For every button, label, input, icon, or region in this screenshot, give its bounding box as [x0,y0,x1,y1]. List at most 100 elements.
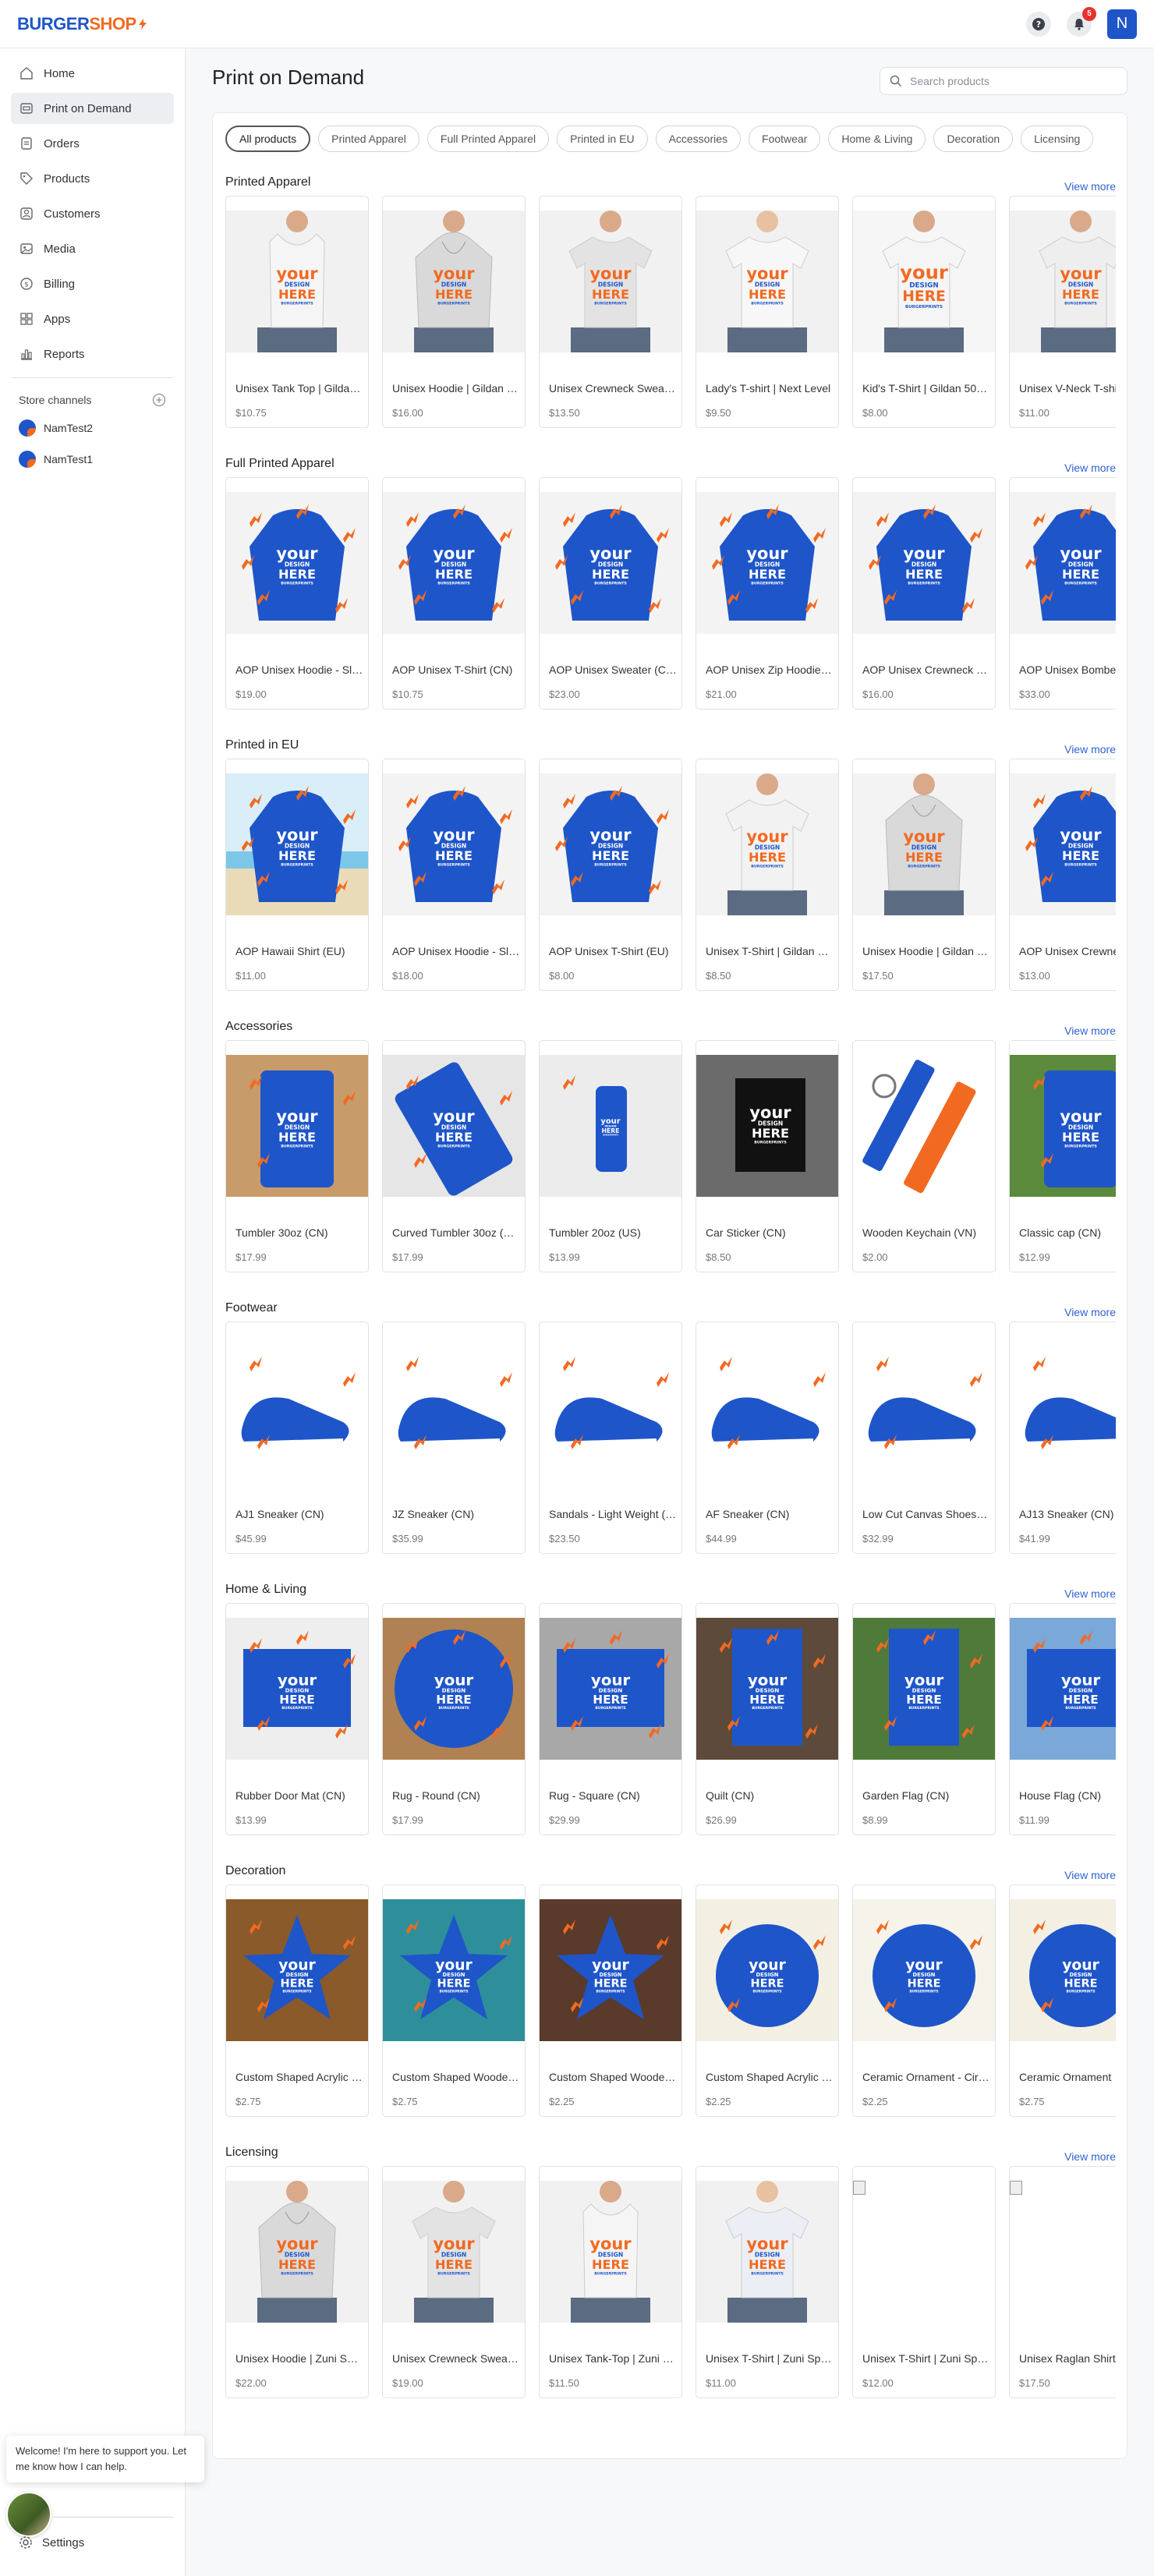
product-card[interactable]: your DESIGN HERE BURGERPRINTS Unisex Hoodie … [225,2166,369,2398]
product-card[interactable]: your DESIGN HERE BURGERPRINTS Kid's T-Shirt … [852,196,996,428]
filter-chip[interactable]: Decoration [933,126,1014,152]
product-price: $2.75 [1019,2096,1045,2107]
filter-chip[interactable]: Printed Apparel [318,126,419,152]
product-card[interactable]: your DESIGN HERE BURGERPRINTS Custom Shaped … [382,1884,526,2117]
filter-chip[interactable]: Printed in EU [557,126,648,152]
view-more-link[interactable]: View more [1064,180,1116,193]
product-section: Accessories View more your DESIGN HERE BURGER… [225,1020,1116,1272]
sidebar-item-apps[interactable]: Apps [11,303,174,334]
product-card[interactable]: your DESIGN HERE BURGERPRINTS AOP Unisex Cre… [1009,759,1116,991]
product-card[interactable]: Wooden Keychain (VN) $2.00 [852,1040,996,1272]
product-image [853,1336,995,1478]
product-card[interactable]: your DESIGN HERE BURGERPRINTS Tumbler 20oz (… [539,1040,682,1272]
product-card[interactable]: your DESIGN HERE BURGERPRINTS Ceramic Orname… [1009,1884,1116,2117]
product-card[interactable]: your DESIGN HERE BURGERPRINTS Unisex T-Shirt… [696,759,839,991]
product-price: $44.99 [706,1533,737,1545]
sidebar-item-media[interactable]: Media [11,233,174,264]
product-image: your DESIGN HERE BURGERPRINTS [226,1055,368,1197]
product-card[interactable]: your DESIGN HERE BURGERPRINTS AOP Hawaii Shi… [225,759,369,991]
product-card[interactable]: your DESIGN HERE BURGERPRINTS Unisex V-Neck … [1009,196,1116,428]
product-card[interactable]: your DESIGN HERE BURGERPRINTS Quilt (CN) $26.… [696,1603,839,1835]
settings-link[interactable]: Settings [19,2535,84,2549]
sidebar-item-print-on-demand[interactable]: Print on Demand [11,93,174,124]
product-card[interactable]: your DESIGN HERE BURGERPRINTS Rug - Square (… [539,1603,682,1835]
channel-item[interactable]: NamTest1 [11,444,174,475]
product-card[interactable]: your DESIGN HERE BURGERPRINTS Unisex Crewnec… [382,2166,526,2398]
product-card[interactable]: your DESIGN HERE BURGERPRINTS Tumbler 30oz (… [225,1040,369,1272]
add-channel-icon[interactable] [152,393,166,407]
product-card[interactable]: your DESIGN HERE BURGERPRINTS AOP Unisex Swe… [539,477,682,709]
view-more-link[interactable]: View more [1064,1024,1116,1037]
filter-chip[interactable]: Footwear [749,126,821,152]
product-card[interactable]: your DESIGN HERE BURGERPRINTS Ceramic Orname… [852,1884,996,2117]
page-title: Print on Demand [212,65,365,89]
product-card[interactable]: your DESIGN HERE BURGERPRINTS Lady's T-shirt… [696,196,839,428]
product-card[interactable]: your DESIGN HERE BURGERPRINTS Custom Shaped … [225,1884,369,2117]
product-name: Unisex T-Shirt | Zuni Sports [706,2352,834,2365]
notifications-button[interactable]: 5 [1067,6,1096,37]
support-chat-avatar[interactable] [6,2492,51,2537]
filter-chip[interactable]: Accessories [655,126,742,152]
product-card[interactable]: AJ1 Sneaker (CN) $45.99 [225,1322,369,1554]
product-card[interactable]: your DESIGN HERE BURGERPRINTS AOP Unisex Zip… [696,477,839,709]
product-card[interactable]: your DESIGN HERE BURGERPRINTS Unisex Hoodie … [382,196,526,428]
sidebar-item-billing[interactable]: $ Billing [11,268,174,299]
help-button[interactable]: ? [1026,11,1051,37]
product-card[interactable]: your DESIGN HERE BURGERPRINTS Custom Shaped … [539,1884,682,2117]
svg-text:BURGERPRINTS: BURGERPRINTS [281,302,313,306]
user-avatar[interactable]: N [1107,9,1137,39]
product-name: AJ13 Sneaker (CN) [1019,1508,1114,1520]
product-card[interactable]: your DESIGN HERE BURGERPRINTS Car Sticker (C… [696,1040,839,1272]
product-card[interactable]: your DESIGN HERE BURGERPRINTS AOP Unisex Hoo… [225,477,369,709]
product-card[interactable]: AF Sneaker (CN) $44.99 [696,1322,839,1554]
view-more-link[interactable]: View more [1064,2150,1116,2163]
view-more-link[interactable]: View more [1064,1869,1116,1881]
product-card[interactable]: your DESIGN HERE BURGERPRINTS Unisex Crewnec… [539,196,682,428]
product-card[interactable]: your DESIGN HERE BURGERPRINTS Rug - Round (C… [382,1603,526,1835]
product-card[interactable]: your DESIGN HERE BURGERPRINTS AOP Unisex Hoo… [382,759,526,991]
filter-chip[interactable]: All products [225,126,311,152]
product-card[interactable]: your DESIGN HERE BURGERPRINTS AOP Unisex T-S… [539,759,682,991]
product-card[interactable]: Low Cut Canvas Shoes (CN) $32.99 [852,1322,996,1554]
product-card[interactable]: your DESIGN HERE BURGERPRINTS AOP Unisex Bom… [1009,477,1116,709]
svg-text:HERE: HERE [752,1126,789,1141]
view-more-link[interactable]: View more [1064,462,1116,474]
view-more-link[interactable]: View more [1064,1587,1116,1600]
product-card[interactable]: your DESIGN HERE BURGERPRINTS House Flag (CN… [1009,1603,1116,1835]
product-card[interactable]: your DESIGN HERE BURGERPRINTS Garden Flag (C… [852,1603,996,1835]
filter-chip[interactable]: Full Printed Apparel [427,126,550,152]
product-card[interactable]: JZ Sneaker (CN) $35.99 [382,1322,526,1554]
sidebar-item-home[interactable]: Home [11,58,174,89]
product-card[interactable]: your DESIGN HERE BURGERPRINTS Curved Tumbler… [382,1040,526,1272]
filter-chip[interactable]: Home & Living [828,126,926,152]
section-title: Printed in EU [225,738,299,752]
product-card[interactable]: your DESIGN HERE BURGERPRINTS Unisex Tank-To… [539,2166,682,2398]
product-card[interactable]: your DESIGN HERE BURGERPRINTS Rubber Door Ma… [225,1603,369,1835]
brand-logo[interactable]: BURGER SHOP [17,14,147,34]
product-price: $9.50 [706,407,731,419]
product-card[interactable]: your DESIGN HERE BURGERPRINTS AOP Unisex Cre… [852,477,996,709]
product-card[interactable]: your DESIGN HERE BURGERPRINTS Unisex Hoodie … [852,759,996,991]
product-card[interactable]: Sandals - Light Weight (CN) $23.50 [539,1322,682,1554]
help-icon: ? [1032,17,1045,30]
view-more-link[interactable]: View more [1064,1306,1116,1318]
sidebar-item-orders[interactable]: Orders [11,128,174,159]
sidebar-item-reports[interactable]: Reports [11,338,174,370]
sidebar-item-products[interactable]: Products [11,163,174,194]
product-card[interactable]: your DESIGN HERE BURGERPRINTS Unisex Tank To… [225,196,369,428]
product-card[interactable]: your DESIGN HERE BURGERPRINTS Custom Shaped … [696,1884,839,2117]
sidebar-item-customers[interactable]: Customers [11,198,174,229]
product-card[interactable]: your DESIGN HERE BURGERPRINTS Unisex T-Shirt… [696,2166,839,2398]
product-price: $11.50 [549,2377,579,2389]
product-card[interactable]: Unisex Raglan Shirt $17.50 [1009,2166,1116,2398]
product-card[interactable]: your DESIGN HERE BURGERPRINTS AOP Unisex T-S… [382,477,526,709]
filter-chip[interactable]: Licensing [1021,126,1094,152]
channel-item[interactable]: NamTest2 [11,412,174,444]
product-card[interactable]: your DESIGN HERE BURGERPRINTS Classic cap (C… [1009,1040,1116,1272]
product-card[interactable]: AJ13 Sneaker (CN) $41.99 [1009,1322,1116,1554]
search-input[interactable] [910,75,1113,87]
view-more-link[interactable]: View more [1064,743,1116,755]
search-box[interactable] [880,67,1127,95]
sidebar-bottom-divider [53,2517,173,2518]
product-card[interactable]: Unisex T-Shirt | Zuni Sports $12.00 [852,2166,996,2398]
